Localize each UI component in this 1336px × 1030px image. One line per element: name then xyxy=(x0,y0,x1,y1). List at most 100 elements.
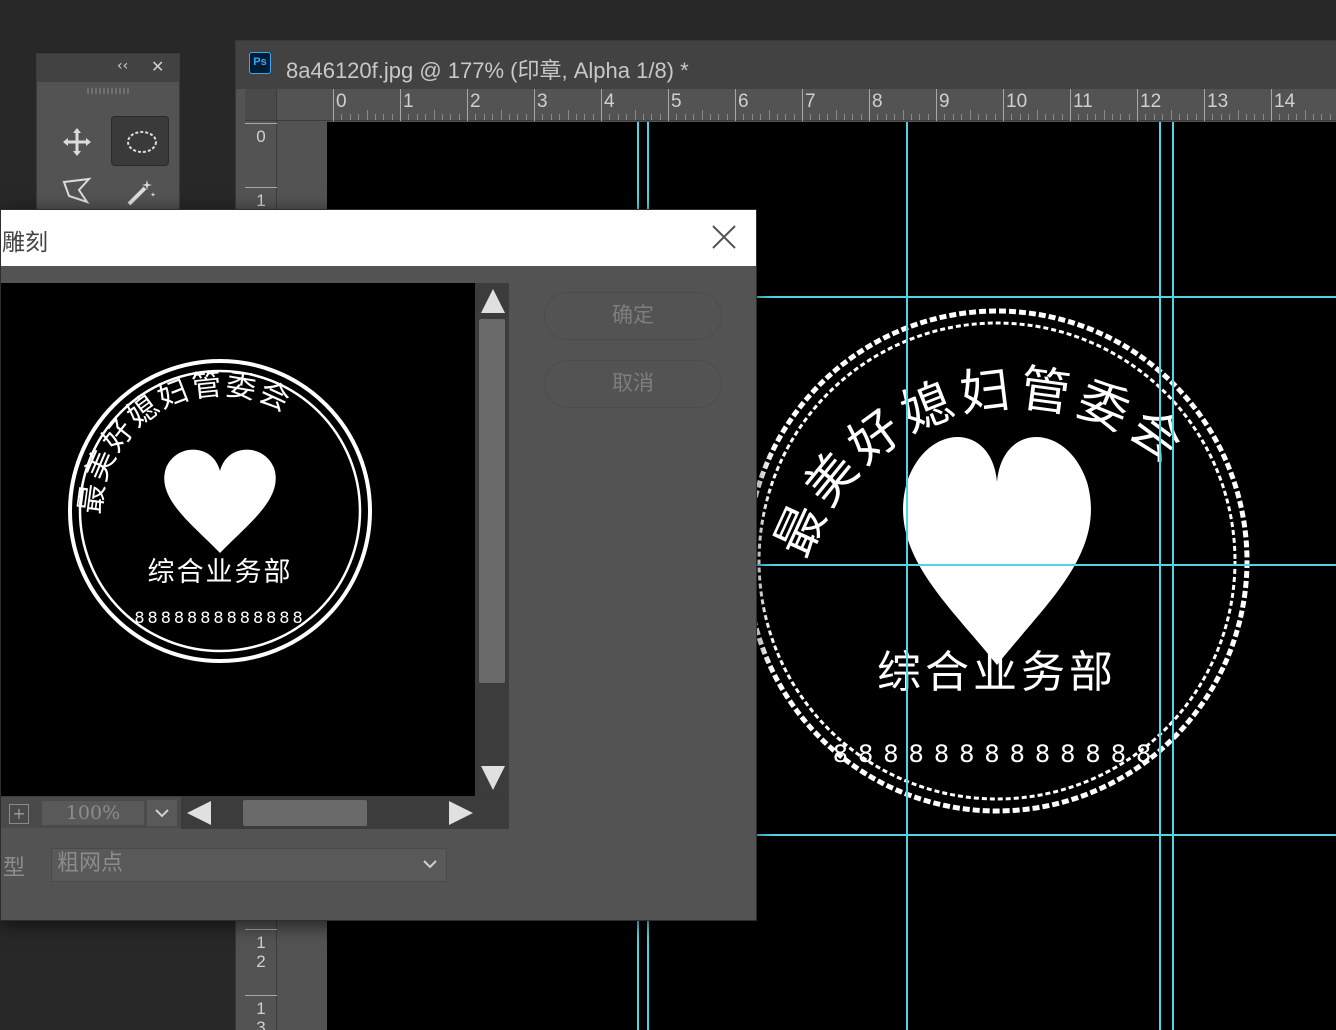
ruler-label: 9 xyxy=(939,91,950,112)
ruler-minor-tick xyxy=(1128,114,1130,120)
ruler-minor-tick xyxy=(852,114,854,120)
ruler-minor-tick xyxy=(986,114,988,120)
ruler-minor-tick xyxy=(1329,114,1331,120)
scroll-right-arrow-icon[interactable] xyxy=(449,801,473,825)
ruler-minor-tick xyxy=(567,110,569,120)
ruler-minor-tick xyxy=(835,110,837,120)
stamp-image-preview: 最美好媳妇管委会 综合业务部 8888888888888 xyxy=(68,359,372,663)
ruler-minor-tick xyxy=(885,114,887,120)
ruler-minor-tick xyxy=(818,114,820,120)
ruler-minor-tick xyxy=(768,110,770,120)
type-select[interactable]: 粗网点 xyxy=(51,848,447,882)
panel-grip[interactable] xyxy=(87,88,129,94)
ruler-minor-tick xyxy=(525,114,527,120)
zoom-in-button[interactable]: + xyxy=(9,804,29,824)
ruler-minor-tick xyxy=(726,114,728,120)
ruler-minor-tick xyxy=(1053,114,1055,120)
ruler-minor-tick xyxy=(743,114,745,120)
vruler-major-tick xyxy=(245,187,277,188)
document-tab[interactable]: Ps 8a46120f.jpg @ 177% (印章, Alpha 1/8) * xyxy=(236,41,1336,89)
guide-vertical-5[interactable] xyxy=(1172,122,1174,1030)
preview-vertical-scrollbar[interactable] xyxy=(475,283,509,796)
ruler-label: 4 xyxy=(604,91,615,112)
ruler-major-tick xyxy=(1070,89,1071,121)
preview-horizontal-scrollbar[interactable] xyxy=(181,797,509,829)
guide-vertical-3[interactable] xyxy=(906,122,908,1030)
cancel-button[interactable]: 取消 xyxy=(544,360,722,408)
tools-panel-header[interactable]: ‹‹ ✕ xyxy=(37,54,179,82)
ruler-minor-tick xyxy=(374,114,376,120)
collapse-panel-button[interactable]: ‹‹ xyxy=(117,58,128,74)
dialog-titlebar[interactable]: 版雕刻 xyxy=(0,210,756,266)
scroll-up-arrow-icon[interactable] xyxy=(481,289,505,313)
tools-panel: ‹‹ ✕ xyxy=(36,53,180,233)
ruler-major-tick xyxy=(1204,89,1205,121)
preview-zoom-bar: + 100% xyxy=(1,796,509,829)
ruler-minor-tick xyxy=(793,114,795,120)
ruler-minor-tick xyxy=(701,110,703,120)
chevron-down-icon xyxy=(423,860,437,869)
ruler-major-tick xyxy=(668,89,669,121)
ruler-origin[interactable] xyxy=(245,89,277,121)
dialog-title: 版雕刻 xyxy=(0,230,48,256)
move-tool[interactable] xyxy=(47,116,105,166)
elliptical-marquee-tool[interactable] xyxy=(111,116,169,166)
ruler-minor-tick xyxy=(358,114,360,120)
ruler-minor-tick xyxy=(458,114,460,120)
zoom-dropdown-button[interactable] xyxy=(147,800,177,826)
close-panel-button[interactable]: ✕ xyxy=(151,57,164,76)
ruler-minor-tick xyxy=(902,110,904,120)
ruler-label: 14 xyxy=(1274,91,1296,112)
filter-preview[interactable]: 最美好媳妇管委会 综合业务部 8888888888888 xyxy=(1,283,475,796)
ruler-label: 7 xyxy=(805,91,816,112)
ruler-minor-tick xyxy=(1245,114,1247,120)
ruler-minor-tick xyxy=(1153,114,1155,120)
ruler-minor-tick xyxy=(609,114,611,120)
chevron-down-icon xyxy=(155,809,169,818)
scroll-left-arrow-icon[interactable] xyxy=(187,801,211,825)
vruler-label: 1 3 xyxy=(256,999,266,1030)
guide-vertical-4[interactable] xyxy=(1159,122,1161,1030)
ruler-minor-tick xyxy=(760,114,762,120)
ruler-minor-tick xyxy=(642,114,644,120)
ruler-minor-tick xyxy=(1312,114,1314,120)
magic-wand-icon xyxy=(127,180,156,206)
close-icon xyxy=(712,225,736,249)
ruler-major-tick xyxy=(1271,89,1272,121)
ruler-minor-tick xyxy=(500,110,502,120)
vruler-label: 0 xyxy=(256,127,266,146)
ruler-minor-tick xyxy=(1296,114,1298,120)
dialog-close-button[interactable] xyxy=(709,220,739,254)
ruler-minor-tick xyxy=(877,114,879,120)
vruler-major-tick xyxy=(245,123,277,124)
horizontal-scroll-thumb[interactable] xyxy=(243,800,367,826)
ruler-minor-tick xyxy=(1111,114,1113,120)
ruler-minor-tick xyxy=(450,114,452,120)
ruler-minor-tick xyxy=(693,114,695,120)
vruler-major-tick xyxy=(245,929,277,930)
ruler-minor-tick xyxy=(1304,110,1306,120)
ruler-major-tick xyxy=(1003,89,1004,121)
vertical-scroll-thumb[interactable] xyxy=(479,319,505,683)
horizontal-ruler[interactable]: 0 1 2 3 4 5 6 7 8 9 10 11 12 13 14 xyxy=(245,89,1336,121)
ruler-minor-tick xyxy=(1321,114,1323,120)
ruler-minor-tick xyxy=(559,114,561,120)
ruler-major-tick xyxy=(601,89,602,121)
ruler-minor-tick xyxy=(483,114,485,120)
ruler-major-tick xyxy=(467,89,468,121)
ruler-label: 0 xyxy=(336,91,347,112)
ruler-minor-tick xyxy=(542,114,544,120)
ruler-minor-tick xyxy=(1262,114,1264,120)
ruler-major-tick xyxy=(534,89,535,121)
ruler-label: 8 xyxy=(872,91,883,112)
ruler-major-tick xyxy=(333,89,334,121)
ruler-minor-tick xyxy=(441,114,443,120)
ruler-minor-tick xyxy=(508,114,510,120)
ruler-minor-tick xyxy=(927,114,929,120)
ok-button[interactable]: 确定 xyxy=(544,292,722,340)
zoom-level-field[interactable]: 100% xyxy=(41,800,145,826)
filter-dialog: 版雕刻 最美好媳妇管委会 综合业务部 8888888888888 xyxy=(0,209,757,921)
ruler-minor-tick xyxy=(349,114,351,120)
vruler-label: 1 xyxy=(256,191,266,210)
scroll-down-arrow-icon[interactable] xyxy=(481,766,505,790)
